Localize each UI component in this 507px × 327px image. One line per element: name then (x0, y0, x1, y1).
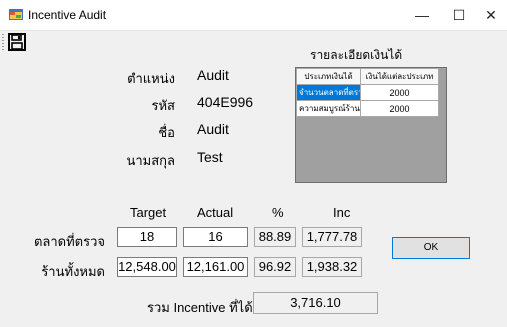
position-value: Audit (197, 67, 229, 83)
market-actual-field[interactable]: 16 (183, 227, 248, 247)
total-incentive-value: 3,716.10 (253, 292, 378, 314)
market-percent-value: 88.89 (254, 227, 296, 247)
income-detail-table: ประเภทเงินได้ เงินได้แต่ละประเภท จำนวนตล… (296, 68, 439, 117)
app-window-icon (9, 9, 23, 20)
stores-actual-field[interactable]: 12,161.00 (183, 257, 248, 277)
minimize-button[interactable]: — (405, 0, 439, 30)
grid-cell-income-amount[interactable]: 2000 (360, 100, 439, 117)
market-audited-label: ตลาดที่ตรวจ (33, 234, 105, 249)
code-value: 404E996 (197, 94, 254, 110)
market-inc-value: 1,777.78 (302, 227, 362, 247)
income-detail-title: รายละเอียดเงินได้ (310, 48, 403, 62)
table-row[interactable]: ความสมบูรณ์ร้าน 2000 (296, 100, 439, 117)
stores-percent-value: 96.92 (254, 257, 296, 277)
firstname-value: Audit (197, 121, 229, 137)
grid-cell-income-amount[interactable]: 2000 (360, 84, 439, 101)
market-target-field[interactable]: 18 (117, 227, 177, 247)
header-actual: Actual (197, 205, 234, 220)
position-label: ตำแหน่ง (127, 71, 175, 86)
header-percent: % (272, 205, 284, 220)
total-incentive-label: รวม Incentive ที่ได้ (147, 300, 253, 315)
title-bar: Incentive Audit — ☐ ✕ (0, 0, 507, 31)
close-button[interactable]: ✕ (474, 0, 507, 30)
stores-inc-value: 1,938.32 (302, 257, 362, 277)
toolbar-grip[interactable] (2, 34, 4, 52)
column-header-income-amount[interactable]: เงินได้แต่ละประเภท (360, 68, 439, 85)
grid-cell-income-type[interactable]: จำนวนตลาดที่ตรวจ (296, 84, 361, 101)
lastname-label: นามสกุล (126, 153, 175, 168)
maximize-button[interactable]: ☐ (442, 0, 476, 30)
floppy-disk-icon[interactable] (8, 33, 26, 51)
column-header-income-type[interactable]: ประเภทเงินได้ (296, 68, 361, 85)
code-label: รหัส (151, 98, 176, 113)
window-title: Incentive Audit (28, 8, 107, 22)
header-inc: Inc (333, 205, 351, 220)
all-stores-label: ร้านทั้งหมด (41, 264, 105, 279)
income-detail-grid[interactable]: ประเภทเงินได้ เงินได้แต่ละประเภท จำนวนตล… (295, 67, 447, 183)
lastname-value: Test (197, 149, 223, 165)
firstname-label: ชื่อ (158, 125, 175, 140)
grid-cell-income-type[interactable]: ความสมบูรณ์ร้าน (296, 100, 361, 117)
stores-target-field[interactable]: 12,548.00 (117, 257, 177, 277)
header-target: Target (130, 205, 167, 220)
ok-button[interactable]: OK (392, 237, 470, 259)
table-row[interactable]: จำนวนตลาดที่ตรวจ 2000 (296, 84, 439, 101)
grid-header-row: ประเภทเงินได้ เงินได้แต่ละประเภท (296, 68, 439, 85)
